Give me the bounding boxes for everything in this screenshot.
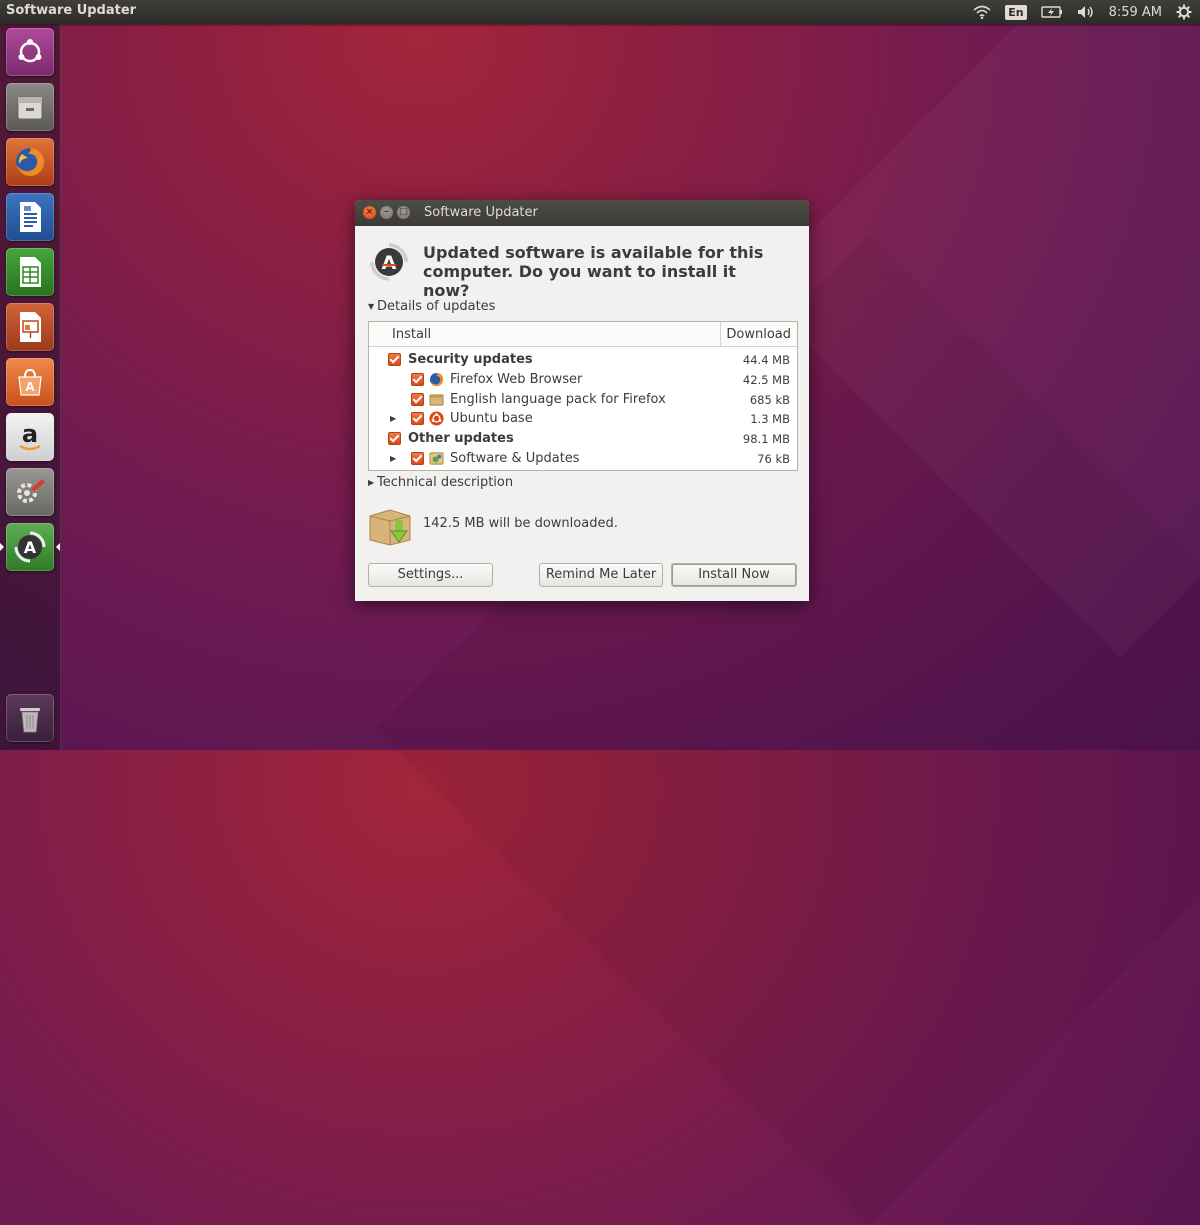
keyboard-layout-indicator[interactable]: En	[1005, 4, 1027, 20]
download-package-icon	[369, 509, 411, 546]
launcher-settings-button[interactable]	[6, 468, 54, 516]
column-divider	[720, 322, 721, 346]
update-label: Security updates	[408, 352, 533, 367]
technical-description-label: Technical description	[377, 475, 514, 490]
checkbox-checked[interactable]	[411, 372, 424, 386]
launcher-updater-button[interactable]: A	[6, 523, 54, 571]
clock[interactable]: 8:59 AM	[1109, 5, 1162, 20]
svg-text:A: A	[382, 252, 397, 274]
dialog-headline: Updated software is available for this c…	[423, 243, 764, 300]
focused-indicator	[56, 543, 60, 551]
svg-text:A: A	[24, 538, 37, 557]
writer-document-icon	[20, 202, 41, 232]
update-row[interactable]: ▶ Ubuntu base 1.3 MB	[369, 409, 797, 429]
install-now-button[interactable]: Install Now	[671, 563, 797, 587]
top-panel: Software Updater En 8:59 AM	[0, 0, 1200, 24]
launcher-trash-button[interactable]	[6, 694, 54, 742]
ubuntu-logo-icon	[18, 39, 42, 63]
software-updater-icon: A	[369, 243, 409, 281]
launcher-firefox-button[interactable]	[6, 138, 54, 186]
settings-wrench-icon	[17, 479, 45, 503]
checkbox-checked[interactable]	[388, 432, 401, 446]
ubuntu-icon	[429, 411, 444, 426]
calc-spreadsheet-icon	[20, 257, 41, 287]
maximize-button[interactable]: □	[397, 206, 410, 219]
launcher-impress-button[interactable]	[6, 303, 54, 351]
update-label: Firefox Web Browser	[450, 371, 583, 387]
update-row-group[interactable]: Other updates 98.1 MB	[369, 429, 797, 449]
checkbox-checked[interactable]	[411, 451, 424, 465]
dialog-titlebar[interactable]: × – □ Software Updater	[355, 200, 809, 226]
remind-me-later-button[interactable]: Remind Me Later	[539, 563, 663, 587]
software-updater-icon: A	[14, 531, 46, 563]
active-app-title: Software Updater	[6, 3, 137, 18]
update-label: Software & Updates	[450, 450, 580, 466]
update-size: 1.3 MB	[750, 412, 790, 427]
software-properties-icon	[429, 452, 444, 465]
battery-icon[interactable]	[1040, 6, 1063, 18]
launcher-software-button[interactable]: A	[6, 358, 54, 406]
update-row[interactable]: ▶ Software & Updates 76 kB	[369, 449, 797, 469]
update-label: Other updates	[408, 431, 514, 447]
trash-icon	[20, 708, 40, 733]
update-row[interactable]: English language pack for Firefox 685 kB	[369, 390, 797, 410]
settings-button[interactable]: Settings...	[368, 563, 493, 587]
column-header-install[interactable]: Install	[392, 327, 431, 342]
update-row[interactable]: Firefox Web Browser 42.5 MB	[369, 370, 797, 390]
update-size: 685 kB	[749, 392, 790, 407]
download-summary: 142.5 MB will be downloaded.	[423, 516, 618, 531]
close-button[interactable]: ×	[363, 206, 376, 219]
update-row-group[interactable]: Security updates 44.4 MB	[369, 350, 797, 370]
wallpaper-shape	[752, 0, 1200, 658]
column-header-download[interactable]: Download	[726, 327, 791, 342]
indicator-tray: En 8:59 AM	[973, 0, 1192, 24]
launcher-writer-button[interactable]	[6, 193, 54, 241]
shopping-bag-icon: A	[18, 368, 42, 396]
software-updater-dialog: × – □ Software Updater A Updated softwar…	[355, 200, 809, 601]
update-size: 76 kB	[757, 451, 790, 466]
launcher-amazon-button[interactable]: a	[6, 413, 54, 461]
update-label: Ubuntu base	[450, 411, 533, 427]
dialog-title: Software Updater	[424, 205, 538, 220]
update-size: 98.1 MB	[742, 432, 790, 447]
wifi-icon[interactable]	[973, 5, 991, 19]
svg-text:a: a	[22, 421, 38, 448]
amazon-icon: a	[19, 421, 41, 451]
update-label: English language pack for Firefox	[450, 391, 666, 407]
files-cabinet-icon	[17, 96, 43, 120]
updates-tree[interactable]: Install Download Security updates 44.4 M…	[368, 321, 798, 471]
technical-description-expander[interactable]: ▶ Technical description	[368, 475, 513, 490]
firefox-icon	[429, 372, 444, 386]
launcher-calc-button[interactable]	[6, 248, 54, 296]
update-size: 42.5 MB	[742, 372, 790, 387]
expander-right-icon: ▶	[368, 478, 375, 487]
expand-arrow-icon[interactable]: ▶	[390, 414, 396, 423]
details-expander[interactable]: ▼ Details of updates	[368, 299, 495, 314]
package-icon	[429, 393, 444, 406]
volume-icon[interactable]	[1077, 5, 1095, 19]
details-expander-label: Details of updates	[377, 299, 496, 314]
minimize-button[interactable]: –	[380, 206, 393, 219]
firefox-icon	[16, 147, 45, 176]
launcher-dash-button[interactable]	[6, 28, 54, 76]
impress-presentation-icon	[20, 312, 41, 342]
system-gear-icon[interactable]	[1176, 4, 1192, 20]
running-indicator	[0, 543, 4, 551]
checkbox-checked[interactable]	[411, 412, 424, 426]
expand-arrow-icon[interactable]: ▶	[390, 454, 396, 463]
launcher-files-button[interactable]	[6, 83, 54, 131]
checkbox-checked[interactable]	[388, 353, 401, 366]
launcher: A a A	[0, 24, 61, 750]
checkbox-checked[interactable]	[411, 392, 424, 406]
update-size: 44.4 MB	[742, 353, 790, 367]
tree-header: Install Download	[369, 322, 797, 347]
expander-down-icon: ▼	[368, 302, 375, 311]
svg-text:A: A	[25, 380, 35, 394]
